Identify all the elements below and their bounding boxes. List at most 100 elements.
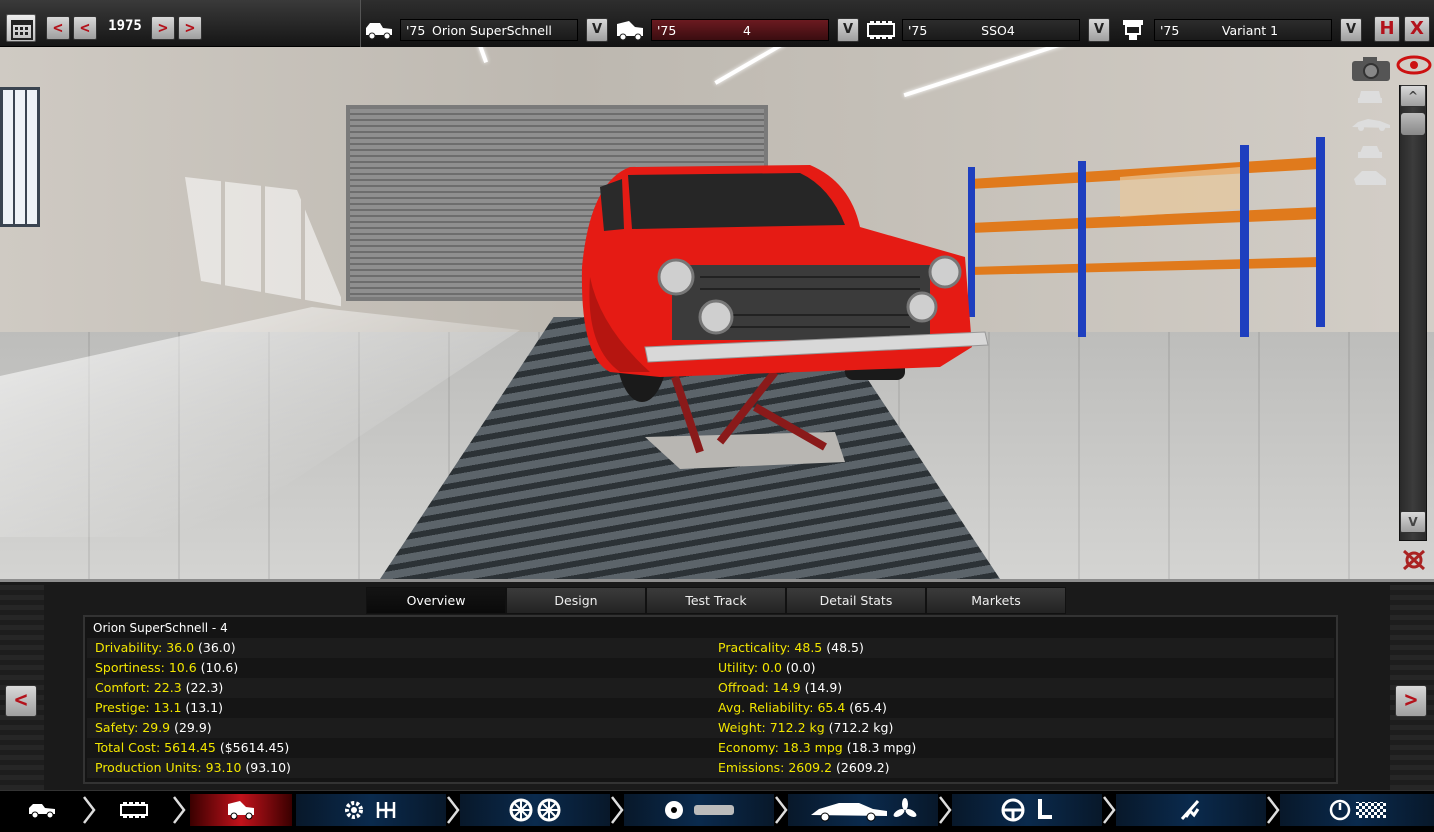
stat-value-paren: (65.4) <box>849 700 887 715</box>
year-next-fast-button[interactable]: > <box>178 16 202 40</box>
tab-markets[interactable]: Markets <box>926 587 1066 614</box>
stat-label: Economy: 18.3 mpg <box>718 740 843 755</box>
stat-row: Production Units: 93.10 (93.10) Emissions… <box>87 758 1334 778</box>
engine-variant-year: '75 <box>1160 23 1180 38</box>
nav-test[interactable] <box>1280 794 1434 826</box>
nav-aero-cooling[interactable] <box>788 794 938 826</box>
storage-shelf <box>968 137 1325 337</box>
tab-overview[interactable]: Overview <box>366 587 506 614</box>
stat-right-cell: Economy: 18.3 mpg (18.3 mpg) <box>718 740 916 755</box>
stat-value-paren: (712.2 kg) <box>828 720 894 735</box>
stat-value-paren: (14.9) <box>804 680 843 695</box>
engine-variant-dropdown[interactable]: V <box>1340 18 1362 42</box>
stat-value-paren: (36.0) <box>198 640 236 655</box>
save-button[interactable]: H <box>1374 16 1400 42</box>
nav-car-model[interactable] <box>0 794 84 826</box>
nav-engine-overview[interactable] <box>98 794 170 826</box>
trim-selector[interactable]: '75 4 <box>651 19 829 41</box>
engine-icon <box>867 21 895 39</box>
side-view-icon[interactable] <box>1350 117 1392 131</box>
nav-suspension-tuning[interactable] <box>1116 794 1266 826</box>
stat-label: Practicality: 48.5 <box>718 640 823 655</box>
stat-left-cell: Production Units: 93.10 (93.10) <box>95 760 291 775</box>
tab-design[interactable]: Design <box>506 587 646 614</box>
eye-icon[interactable] <box>1396 55 1432 75</box>
tab-detail-stats[interactable]: Detail Stats <box>786 587 926 614</box>
nav-separator <box>611 796 624 824</box>
stat-value-paren: (48.5) <box>826 640 864 655</box>
year-prev-button[interactable]: < <box>73 16 97 40</box>
gearshift-icon <box>376 802 396 818</box>
nav-brakes-suspension[interactable] <box>624 794 774 826</box>
trim-icon <box>228 801 254 820</box>
info-panel: Overview Design Test Track Detail Stats … <box>0 579 1434 790</box>
stat-label: Sportiness: 10.6 <box>95 660 197 675</box>
stat-label: Weight: 712.2 kg <box>718 720 825 735</box>
engine-year: '75 <box>908 23 928 38</box>
zoom-out-button[interactable]: V <box>1400 511 1426 533</box>
reset-view-icon[interactable] <box>1398 547 1430 573</box>
close-button[interactable]: X <box>1404 16 1430 42</box>
front-view-icon[interactable] <box>1356 87 1384 105</box>
garage-window <box>0 87 40 227</box>
stat-row: Prestige: 13.1 (13.1) Avg. Reliability: 6… <box>87 698 1334 718</box>
stat-label: Emissions: 2609.2 <box>718 760 833 775</box>
nav-wheels[interactable] <box>460 794 610 826</box>
stat-value-paren: (18.3 mpg) <box>846 740 917 755</box>
nav-trim[interactable] <box>190 794 292 826</box>
chassis-icon <box>694 805 734 815</box>
car-3d-viewport[interactable]: ^ V <box>0 47 1434 579</box>
car-model-icon <box>29 804 55 819</box>
stat-right-cell: Utility: 0.0 (0.0) <box>718 660 816 675</box>
nav-interior[interactable] <box>952 794 1102 826</box>
stat-left-cell: Safety: 29.9 (29.9) <box>95 720 212 735</box>
zoom-in-button[interactable]: ^ <box>1400 85 1426 107</box>
car-model-year: '75 <box>406 23 426 38</box>
stat-label: Prestige: 13.1 <box>95 700 182 715</box>
stat-label: Avg. Reliability: 65.4 <box>718 700 846 715</box>
stat-value-paren: (29.9) <box>174 720 212 735</box>
fan-icon <box>893 798 917 817</box>
year-prev-fast-button[interactable]: < <box>46 16 70 40</box>
stat-right-cell: Weight: 712.2 kg (712.2 kg) <box>718 720 893 735</box>
brake-disc-icon <box>665 801 683 819</box>
rear-view-icon[interactable] <box>1356 143 1384 161</box>
stat-value-paren: (22.3) <box>185 680 224 695</box>
nav-separator <box>83 796 96 824</box>
zoom-scroll-thumb[interactable] <box>1401 113 1425 135</box>
seat-icon <box>1038 799 1052 819</box>
prev-panel-button[interactable]: < <box>5 685 37 717</box>
trim-name: 4 <box>743 23 751 38</box>
nav-separator <box>775 796 788 824</box>
zoom-scrollbar[interactable] <box>1399 85 1427 541</box>
stat-label: Production Units: 93.10 <box>95 760 242 775</box>
nav-drivetrain[interactable] <box>296 794 446 826</box>
engine-variant-icon <box>1123 20 1143 40</box>
tab-test-track[interactable]: Test Track <box>646 587 786 614</box>
car-model-selector[interactable]: '75 Orion SuperSchnell <box>400 19 578 41</box>
camera-icon[interactable] <box>1350 55 1392 83</box>
nav-separator <box>447 796 460 824</box>
trim-dropdown[interactable]: V <box>837 18 859 42</box>
stat-right-cell: Emissions: 2609.2 (2609.2) <box>718 760 890 775</box>
calendar-button[interactable] <box>6 14 36 42</box>
engine-selector[interactable]: '75 SSO4 <box>902 19 1080 41</box>
nav-separator <box>939 796 952 824</box>
calendar-icon <box>11 20 33 40</box>
stat-label: Utility: 0.0 <box>718 660 782 675</box>
next-panel-button[interactable]: > <box>1395 685 1427 717</box>
year-display: 1975 <box>108 18 142 34</box>
three-quarter-view-icon[interactable] <box>1352 167 1388 189</box>
engine-name: SSO4 <box>981 23 1015 38</box>
design-stage-nav <box>0 790 1434 832</box>
car-model-name: Orion SuperSchnell <box>432 23 552 38</box>
steering-wheel-icon <box>1001 798 1025 822</box>
nav-separator <box>1267 796 1280 824</box>
year-next-button[interactable]: > <box>151 16 175 40</box>
engine-dropdown[interactable]: V <box>1088 18 1110 42</box>
stat-label: Comfort: 22.3 <box>95 680 182 695</box>
stat-value-paren: ($5614.45) <box>219 740 290 755</box>
engine-variant-selector[interactable]: '75 Variant 1 <box>1154 19 1332 41</box>
car-model-dropdown[interactable]: V <box>586 18 608 42</box>
stat-row: Total Cost: 5614.45 ($5614.45) Economy: 1… <box>87 738 1334 758</box>
